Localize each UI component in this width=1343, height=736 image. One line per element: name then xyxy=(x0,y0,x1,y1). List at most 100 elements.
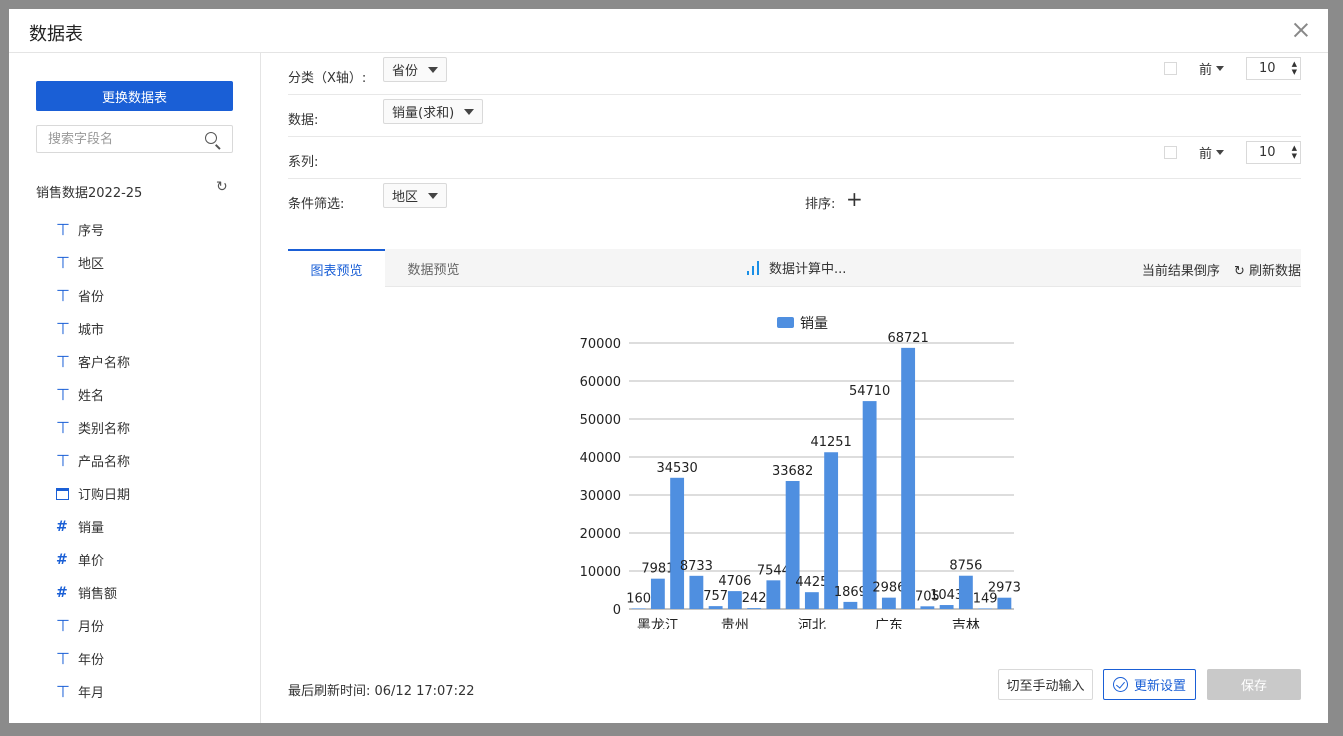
bar xyxy=(708,606,723,609)
calendar-icon xyxy=(56,487,78,500)
field-item[interactable]: ⊤ 地区 xyxy=(56,246,130,279)
field-item[interactable]: ⊤ 省份 xyxy=(56,279,130,312)
legend-swatch xyxy=(777,317,794,328)
topn-dropdown[interactable]: 前 xyxy=(1199,59,1224,78)
data-label: 160 xyxy=(626,591,651,606)
spinner-arrows-icon[interactable]: ▲ ▼ xyxy=(1292,60,1297,76)
bar xyxy=(843,601,858,609)
text-type-icon: ⊤ xyxy=(56,253,70,272)
series-topn-dropdown[interactable]: 前 xyxy=(1199,143,1224,162)
category-topn: 前 10 ▲ ▼ xyxy=(1163,57,1301,80)
bar xyxy=(689,575,704,609)
category-select[interactable]: 省份 xyxy=(383,57,448,82)
data-label: 8756 xyxy=(949,559,982,574)
search-icon[interactable] xyxy=(205,132,217,144)
series-topn-stepper[interactable]: 10 ▲ ▼ xyxy=(1246,141,1301,164)
sort-label: 排序: xyxy=(805,197,836,212)
filter-select-value: 地区 xyxy=(392,190,419,205)
text-type-icon: ⊤ xyxy=(56,385,70,404)
data-label: 4425 xyxy=(795,575,828,590)
number-type-icon: # xyxy=(56,518,68,535)
close-icon[interactable] xyxy=(1292,21,1310,39)
topn-checkbox[interactable] xyxy=(1163,62,1177,75)
field-label: 产品名称 xyxy=(78,455,131,470)
text-type-icon: ⊤ xyxy=(56,418,70,437)
field-label: 年月 xyxy=(78,686,105,701)
bar xyxy=(862,401,877,609)
category-select-value: 省份 xyxy=(392,64,419,79)
text-type-icon: ⊤ xyxy=(56,352,70,371)
data-label: 8733 xyxy=(680,559,713,574)
bar xyxy=(650,578,665,609)
manual-input-button[interactable]: 切至手动输入 xyxy=(998,669,1093,700)
field-item[interactable]: ⊤ 客户名称 xyxy=(56,345,130,378)
last-refresh-time: 最后刷新时间: 06/12 17:07:22 xyxy=(288,684,475,699)
data-label: 41251 xyxy=(810,435,851,450)
y-tick-label: 10000 xyxy=(580,565,621,580)
data-select[interactable]: 销量(求和) xyxy=(383,99,484,124)
dialog-title: 数据表 xyxy=(29,24,83,45)
data-label: 1869 xyxy=(834,585,867,600)
y-tick-label: 50000 xyxy=(580,413,621,428)
x-tick-label: 吉林 xyxy=(952,618,980,629)
field-item[interactable]: # 销售额 xyxy=(56,576,130,609)
field-label: 销量 xyxy=(78,521,105,536)
refresh-icon[interactable]: ↻ xyxy=(216,179,232,195)
chevron-down-icon xyxy=(1216,66,1224,71)
x-tick-label: 贵州 xyxy=(721,618,749,629)
legend-label: 销量 xyxy=(800,316,828,332)
topn-stepper[interactable]: 10 ▲ ▼ xyxy=(1246,57,1301,80)
bar xyxy=(901,347,916,609)
text-type-icon: ⊤ xyxy=(56,616,70,635)
bar-chart: 0 10000 20000 30000 40000 50000 60000 70000 160 7… xyxy=(580,316,1021,629)
bar xyxy=(670,477,685,609)
update-settings-button[interactable]: 更新设置 xyxy=(1103,669,1196,700)
series-topn-checkbox[interactable] xyxy=(1163,146,1177,159)
data-label: 242 xyxy=(742,591,767,606)
data-table-dialog: 数据表 更换数据表 销售数据2022-25 ↻ ⊤ 序号 ⊤ 地区 ⊤ 省份 ⊤ 城市 ⊤ 客户名… xyxy=(9,9,1328,723)
bar xyxy=(631,608,646,609)
bar xyxy=(881,597,896,609)
data-label: 7544 xyxy=(757,563,790,578)
field-item[interactable]: ⊤ 产品名称 xyxy=(56,444,130,477)
x-tick-label: 广东 xyxy=(875,618,903,629)
field-item[interactable]: ⊤ 年月 xyxy=(56,675,130,708)
text-type-icon: ⊤ xyxy=(56,451,70,470)
field-item[interactable]: ⊤ 年份 xyxy=(56,642,130,675)
field-item[interactable]: ⊤ 类别名称 xyxy=(56,411,130,444)
chevron-down-icon xyxy=(1216,150,1224,155)
y-tick-label: 70000 xyxy=(580,337,621,352)
change-table-button[interactable]: 更换数据表 xyxy=(36,81,233,111)
field-label: 年份 xyxy=(78,653,105,668)
field-item[interactable]: ⊤ 姓名 xyxy=(56,378,130,411)
field-search-input[interactable] xyxy=(37,126,197,152)
field-item[interactable]: # 销量 xyxy=(56,510,130,543)
spinner-arrows-icon[interactable]: ▲ ▼ xyxy=(1292,144,1297,160)
field-item[interactable]: # 单价 xyxy=(56,543,130,576)
text-type-icon: ⊤ xyxy=(56,319,70,338)
y-tick-label: 0 xyxy=(613,603,621,618)
save-button[interactable]: 保存 xyxy=(1207,669,1301,700)
category-row: 分类（X轴）: 省份 前 10 ▲ ▼ xyxy=(288,53,1301,95)
field-item[interactable]: 订购日期 xyxy=(56,477,130,510)
bar xyxy=(747,608,762,609)
add-sort-icon[interactable]: + xyxy=(846,187,863,211)
bar xyxy=(997,597,1012,609)
filter-select[interactable]: 地区 xyxy=(383,183,448,208)
bar xyxy=(727,591,742,609)
field-label: 城市 xyxy=(78,323,105,338)
dialog-header: 数据表 xyxy=(9,9,1328,53)
text-type-icon: ⊤ xyxy=(56,682,70,701)
bar xyxy=(939,605,954,609)
category-label: 分类（X轴）: xyxy=(288,71,367,86)
dataset-name: 销售数据2022-25 xyxy=(36,186,143,201)
filter-row: 条件筛选: 地区 排序: + xyxy=(288,179,1301,221)
bar xyxy=(766,580,781,609)
chevron-down-icon xyxy=(464,108,475,115)
field-item[interactable]: ⊤ 城市 xyxy=(56,312,130,345)
field-item[interactable]: ⊤ 月份 xyxy=(56,609,130,642)
field-item[interactable]: ⊤ 序号 xyxy=(56,213,130,246)
filter-label: 条件筛选: xyxy=(288,197,345,212)
topn-stepper-value: 10 xyxy=(1259,61,1276,76)
data-label: 7981 xyxy=(641,562,674,577)
